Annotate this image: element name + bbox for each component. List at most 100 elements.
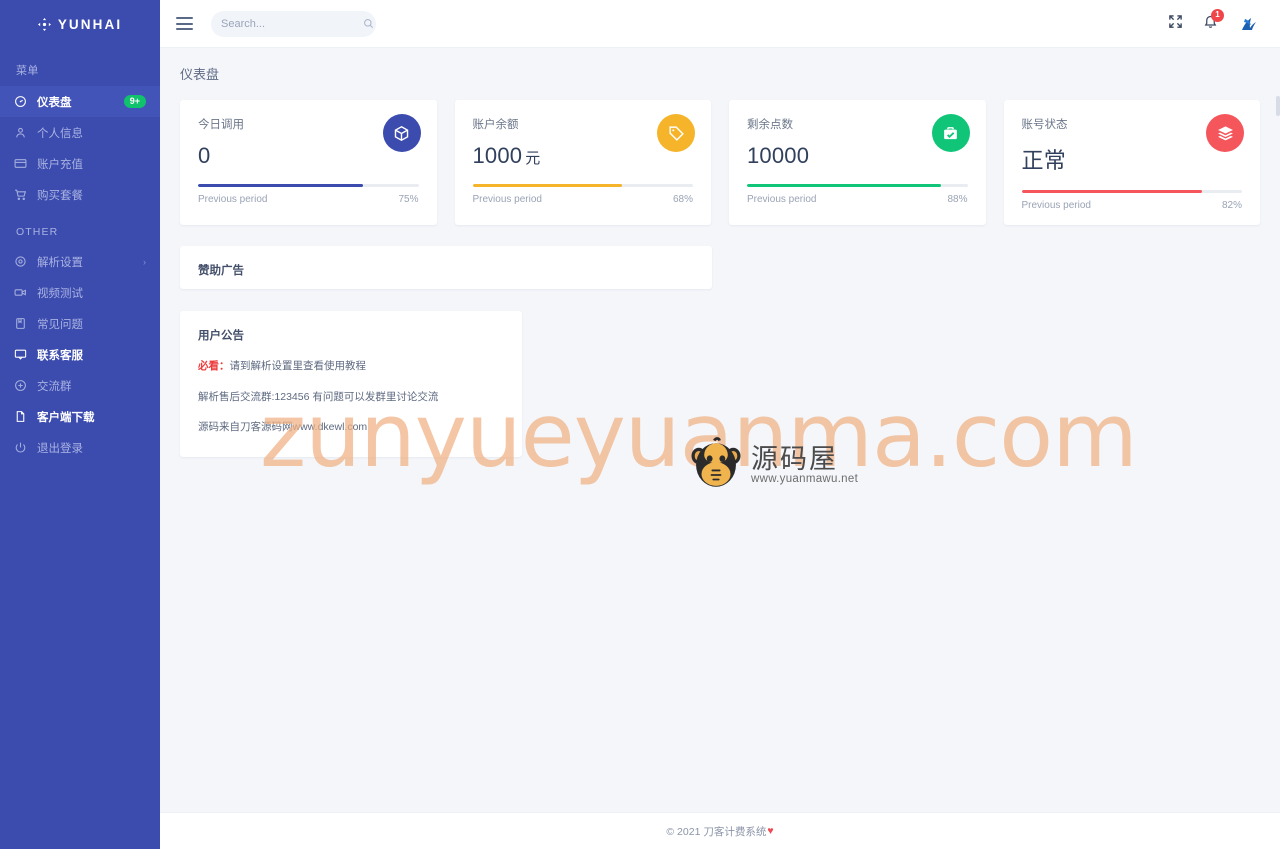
sidebar: YUNHAI 菜单 仪表盘 9+ 个人信息 账户充值 购买套餐 OTHER 解析…: [0, 0, 160, 849]
sidebar-item-group-chat[interactable]: 交流群: [0, 370, 160, 401]
progress-percent: 75%: [398, 194, 419, 205]
progress-label: Previous period: [1021, 200, 1091, 211]
brand-logo[interactable]: YUNHAI: [0, 0, 160, 48]
stat-value: 1000 元: [473, 143, 694, 169]
stat-value-number: 正常: [1021, 148, 1066, 173]
app-root: YUNHAI 菜单 仪表盘 9+ 个人信息 账户充值 购买套餐 OTHER 解析…: [0, 0, 1280, 849]
sidebar-item-buy-package[interactable]: 购买套餐: [0, 179, 160, 210]
heart-icon: ♥: [767, 825, 774, 837]
stat-label: 今日调用: [198, 119, 244, 131]
notice-emphasis: 必看：: [198, 360, 230, 372]
sidebar-item-recharge[interactable]: 账户充值: [0, 148, 160, 179]
sidebar-item-profile[interactable]: 个人信息: [0, 117, 160, 148]
cart-icon: [14, 188, 27, 201]
dashboard-icon: [14, 95, 27, 108]
notice-line-1: 必看：请到解析设置里查看使用教程: [198, 359, 504, 374]
expand-icon: [1168, 14, 1183, 34]
progress-track: [1021, 190, 1242, 193]
chat-icon: [14, 348, 27, 361]
stat-value: 正常: [1022, 143, 1243, 175]
sidebar-item-label: 仪表盘: [37, 96, 72, 109]
progress-label: Previous period: [198, 194, 268, 205]
stat-value-number: 10000: [747, 143, 810, 168]
progress-fill: [198, 184, 364, 187]
watermark-logo-title: 源码屋: [751, 443, 838, 474]
layers-icon: [1206, 114, 1244, 152]
sidebar-item-label: 客户端下载: [37, 411, 95, 424]
sidebar-item-label: 退出登录: [37, 442, 83, 455]
stat-label: 账户余额: [472, 119, 519, 131]
stat-value-number: 1000: [472, 143, 523, 168]
progress-track: [747, 184, 968, 187]
watermark-logo: 源码屋 www.yuanmawu.net: [687, 436, 858, 494]
user-notice-panel: 用户公告 必看：请到解析设置里查看使用教程 解析售后交流群:123456 有问题…: [180, 311, 522, 458]
box-icon: [382, 114, 421, 152]
monkey-logo-icon: [687, 436, 745, 494]
chevron-right-icon: ›: [143, 256, 146, 267]
progress-percent: 68%: [672, 194, 693, 205]
footer-text: © 2021 刀客计费系统: [666, 825, 767, 838]
user-notice-title: 用户公告: [198, 330, 244, 342]
stat-value-number: 0: [198, 143, 211, 168]
video-icon: [14, 286, 27, 299]
user-icon: [14, 126, 27, 139]
sidebar-item-label: 解析设置: [37, 256, 83, 269]
progress-percent: 82%: [1221, 200, 1242, 211]
hamburger-icon[interactable]: [176, 17, 193, 30]
topbar: 1: [160, 0, 1280, 48]
sidebar-item-logout[interactable]: 退出登录: [0, 432, 160, 463]
sidebar-badge-count: 9+: [123, 95, 146, 108]
stat-value: 0: [198, 143, 419, 169]
progress-percent: 88%: [947, 194, 968, 205]
fullscreen-button[interactable]: [1168, 14, 1183, 34]
notifications-button[interactable]: 1: [1203, 8, 1224, 34]
sidebar-item-faq[interactable]: 常见问题: [0, 308, 160, 339]
scrollbar-thumb[interactable]: [1276, 96, 1280, 116]
progress-label: Previous period: [747, 194, 817, 205]
progress-fill: [747, 184, 942, 187]
progress-track: [198, 184, 419, 187]
progress-fill: [472, 184, 623, 187]
briefcase-check-icon: [931, 114, 970, 152]
sponsor-ad-title: 赞助广告: [198, 265, 244, 277]
sidebar-item-client-download[interactable]: 客户端下载: [0, 401, 160, 432]
stat-cards-row: 今日调用 0 Previous period 75% 账户余额 1000 元 P…: [160, 83, 1280, 225]
sidebar-item-label: 视频测试: [37, 287, 83, 300]
page-title: 仪表盘: [180, 67, 220, 82]
arrows-move-icon: [37, 17, 51, 31]
stat-label: 剩余点数: [747, 119, 793, 131]
sidebar-item-video-test[interactable]: 视频测试: [0, 277, 160, 308]
progress-fill: [1021, 190, 1203, 193]
sidebar-item-contact-support[interactable]: 联系客服: [0, 339, 160, 370]
footer: © 2021 刀客计费系统 ♥: [160, 812, 1280, 849]
nav-section-title-menu: 菜单: [16, 65, 39, 77]
topbar-actions: 1: [1168, 8, 1262, 36]
avatar[interactable]: [1238, 11, 1262, 36]
sidebar-item-label: 个人信息: [37, 127, 83, 140]
brand-name: YUNHAI: [57, 16, 123, 32]
stat-card-account-balance: 账户余额 1000 元 Previous period 68%: [454, 100, 711, 225]
content-area: 仪表盘 今日调用 0 Previous period 75% 账户余额 1000…: [160, 48, 1280, 812]
sidebar-item-label: 购买套餐: [37, 189, 83, 202]
notice-line-2: 解析售后交流群:123456 有问题可以发群里讨论交流: [198, 390, 439, 403]
search-icon[interactable]: [363, 18, 374, 29]
stat-label: 账号状态: [1021, 119, 1068, 131]
sidebar-item-label: 交流群: [37, 380, 72, 393]
stat-value-unit: 元: [525, 150, 541, 167]
notice-line-1-text: 请到解析设置里查看使用教程: [229, 360, 367, 372]
plus-circle-icon: [14, 379, 27, 392]
credit-card-icon: [14, 157, 27, 170]
stat-card-today-calls: 今日调用 0 Previous period 75%: [180, 100, 437, 225]
sidebar-item-parse-settings[interactable]: 解析设置 ›: [0, 246, 160, 277]
stat-card-account-status: 账号状态 正常 Previous period 82%: [1003, 100, 1260, 225]
search-input[interactable]: [221, 17, 363, 30]
notification-badge: 1: [1211, 8, 1224, 22]
progress-label: Previous period: [472, 194, 542, 205]
search-box[interactable]: [211, 10, 376, 37]
progress-track: [472, 184, 693, 187]
sidebar-item-label: 账户充值: [37, 158, 83, 171]
sidebar-item-dashboard[interactable]: 仪表盘 9+: [0, 86, 160, 117]
sidebar-item-label: 联系客服: [37, 349, 83, 362]
file-icon: [14, 410, 27, 423]
nav-section-title-other: OTHER: [16, 226, 59, 238]
